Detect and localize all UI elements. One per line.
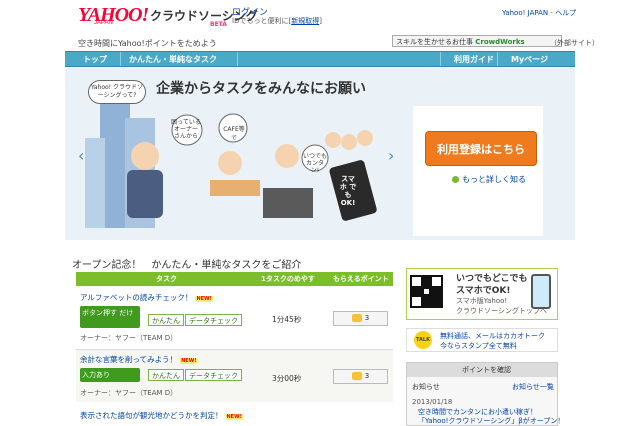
col-task: タスク xyxy=(156,275,177,283)
qr-corner xyxy=(432,277,441,286)
coin-icon xyxy=(351,372,362,380)
nav-easy-tasks[interactable]: かんたん・単純なタスク xyxy=(129,54,217,65)
task-title-link[interactable]: アルファベットの読みチェック！ NEW! xyxy=(80,292,213,303)
new-badge: NEW! xyxy=(180,358,198,364)
crowd-person xyxy=(325,132,341,148)
cafe-bubble-text: CAFE等で xyxy=(223,126,245,142)
signup-button[interactable]: 利用登録はこちら xyxy=(425,131,537,166)
login-subtext: IDでもっと便利に[新規取得] xyxy=(232,16,322,26)
task-title: アルファベットの読みチェック！ xyxy=(80,293,193,302)
yahoo-help-link[interactable]: Yahoo! JAPAN - ヘルプ xyxy=(502,8,576,18)
nav-separator xyxy=(440,52,441,66)
news-tab[interactable]: お知らせ xyxy=(412,382,440,392)
external-site-note: （外部サイト） xyxy=(550,39,599,47)
task-points: 3 xyxy=(333,369,388,384)
learn-more-label: もっと詳しく知る xyxy=(462,175,526,184)
qr-dot xyxy=(424,289,429,294)
what-is-bubble: Yahoo! クラウドソーシングって? xyxy=(88,80,146,104)
task-points: 3 xyxy=(333,311,388,326)
cafe-woman xyxy=(218,151,242,175)
anytime-bubble-text: いつでも カンタン! xyxy=(303,153,328,174)
tag-easy[interactable]: かんたん xyxy=(148,314,184,326)
task-time: 1分45秒 xyxy=(272,315,302,324)
nav-mypage[interactable]: Myページ xyxy=(511,54,548,65)
section-title: オープン記念！ かんたん・単純なタスクをご紹介 xyxy=(72,260,302,271)
crowdworks-logo: CrowdWorks xyxy=(475,38,525,46)
task-type-badge: 入力あり xyxy=(80,368,140,382)
owner-body xyxy=(127,170,163,218)
tag-data-check[interactable]: データチェック xyxy=(185,314,242,326)
talk-line-2: 今ならスタンプ全て無料 xyxy=(440,342,517,350)
qr-line-3: スマホ版Yahoo! xyxy=(456,297,508,305)
register-link[interactable]: 新規取得 xyxy=(291,17,319,25)
points-value: 3 xyxy=(364,314,370,322)
cafe-table xyxy=(210,180,260,196)
col-time: 1タスクのめやす xyxy=(261,275,315,283)
task-owner: オーナー：ヤフー（TEAM D） xyxy=(80,389,178,397)
nav-guide[interactable]: 利用ガイド xyxy=(454,54,494,65)
news-all-link[interactable]: お知らせ一覧 xyxy=(512,382,554,392)
nav-separator xyxy=(237,52,238,66)
crowd-text: スキルを生かせるお仕事 xyxy=(396,38,473,46)
learn-more-link[interactable]: もっと詳しく知る xyxy=(452,174,526,185)
phone-icon xyxy=(531,274,551,309)
talk-icon: TALK xyxy=(414,331,432,349)
nav-top[interactable]: トップ xyxy=(83,54,107,65)
laptop-woman xyxy=(275,144,299,168)
tag-data-check[interactable]: データチェック xyxy=(185,369,242,381)
owner-bubble-text: 困っている オーナー さんから xyxy=(171,119,201,140)
task-time: 3分00秒 xyxy=(272,374,302,383)
phone-text: スマホ でも OK! xyxy=(339,175,357,207)
news-date: 2013/01/18 xyxy=(412,398,453,406)
points-value: 3 xyxy=(364,372,370,380)
nav-separator xyxy=(120,52,121,66)
crowdworks-banner[interactable]: スキルを生かせるお仕事 CrowdWorks xyxy=(392,35,562,47)
tag-easy[interactable]: かんたん xyxy=(148,369,184,381)
main-nav: トップ かんたん・単純なタスク 利用ガイド Myページ xyxy=(65,51,575,67)
qr-code-icon xyxy=(410,275,443,308)
news-item-link[interactable]: 「Yahoo!クラウドソーシング」βがオープン！ xyxy=(418,416,564,426)
new-badge: NEW! xyxy=(195,296,213,302)
tagline: 空き時間にYahoo!ポイントをためよう xyxy=(78,39,217,48)
hero-headline: 企業からタスクをみんなにお願い xyxy=(156,81,366,97)
qr-line-2: スマホでOK! xyxy=(456,286,511,296)
task-title: 余計な言葉を削ってみよう！ xyxy=(80,355,178,364)
task-owner: オーナー：ヤフー（TEAM D） xyxy=(80,334,178,342)
crowd-person xyxy=(357,130,373,146)
yahoo-logo[interactable]: YAHOO! xyxy=(78,4,149,27)
laptop xyxy=(263,188,313,218)
qr-pattern xyxy=(412,277,441,306)
right-arrow-icon[interactable]: › xyxy=(388,146,394,165)
task-title: 表示された語句が観光地かどうかを判定！ xyxy=(80,411,223,420)
new-badge: NEW! xyxy=(225,414,243,420)
left-arrow-icon[interactable]: ‹ xyxy=(78,146,84,165)
nav-separator xyxy=(497,52,498,66)
owner-face xyxy=(131,142,159,170)
qr-corner xyxy=(412,277,421,286)
task-table-header: タスク 1タスクのめやす もらえるポイント xyxy=(76,272,393,286)
yahoo-logo-sub: JAPAN xyxy=(94,20,113,26)
signup-panel xyxy=(413,106,543,236)
qr-corner xyxy=(412,297,421,306)
points-check-button[interactable]: ポイントを確認 xyxy=(407,363,557,377)
col-points: もらえるポイント xyxy=(333,275,389,283)
bullet-icon xyxy=(452,176,459,183)
task-title-link[interactable]: 表示された語句が観光地かどうかを判定！ NEW! xyxy=(80,410,243,421)
task-title-link[interactable]: 余計な言葉を削ってみよう！ NEW! xyxy=(80,354,198,365)
beta-badge: BETA xyxy=(210,21,227,28)
crowd-person xyxy=(341,134,357,150)
login-sub-suffix: ] xyxy=(319,17,322,25)
login-sub-prefix: IDでもっと便利に[ xyxy=(232,17,292,25)
coin-icon xyxy=(351,314,362,322)
talk-line-1: 無料通話、メールはカカオトーク xyxy=(440,332,545,340)
task-type-badge: ボタン押す だけ xyxy=(80,306,140,328)
building-shape xyxy=(85,138,105,228)
